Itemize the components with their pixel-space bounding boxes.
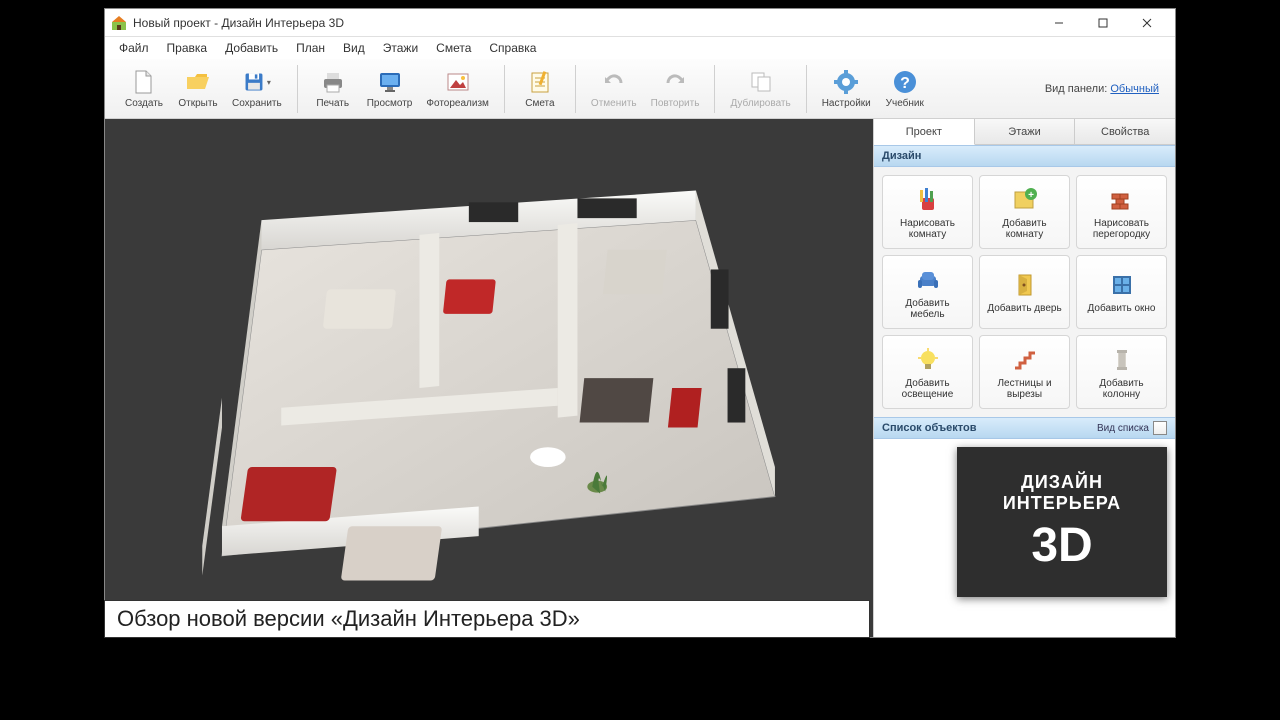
maximize-button[interactable] [1081, 9, 1125, 37]
tab-project[interactable]: Проект [874, 119, 975, 145]
floorplan-render [143, 145, 834, 611]
room-plus-icon: + [1010, 185, 1040, 215]
column-icon [1107, 345, 1137, 375]
lightbulb-icon [913, 345, 943, 375]
menu-view[interactable]: Вид [335, 39, 373, 57]
add-door-button[interactable]: Добавить дверь [979, 255, 1070, 329]
tab-properties[interactable]: Свойства [1075, 119, 1175, 144]
add-window-button[interactable]: Добавить окно [1076, 255, 1167, 329]
toolbar-separator [297, 65, 298, 113]
paintbrush-cup-icon [913, 185, 943, 215]
window-icon [1107, 270, 1137, 300]
menu-estimate[interactable]: Смета [428, 39, 479, 57]
objects-view-toggle[interactable]: Вид списка [1097, 421, 1167, 435]
add-lighting-button[interactable]: Добавить освещение [882, 335, 973, 409]
side-tabs: Проект Этажи Свойства [874, 119, 1175, 145]
toolbar-separator [575, 65, 576, 113]
monitor-icon [376, 68, 404, 96]
menu-add[interactable]: Добавить [217, 39, 286, 57]
undo-button[interactable]: Отменить [584, 65, 644, 112]
titlebar: Новый проект - Дизайн Интерьера 3D [105, 9, 1175, 37]
objects-list[interactable]: ДИЗАЙН ИНТЕРЬЕРА 3D [874, 439, 1175, 637]
undo-icon [600, 68, 628, 96]
menu-help[interactable]: Справка [481, 39, 544, 57]
chevron-down-icon: ▾ [267, 78, 271, 87]
draw-room-button[interactable]: Нарисовать комнату [882, 175, 973, 249]
panel-view-link[interactable]: Обычный [1110, 83, 1159, 95]
notepad-icon [526, 68, 554, 96]
gear-icon [832, 68, 860, 96]
add-room-button[interactable]: + Добавить комнату [979, 175, 1070, 249]
tutorial-button[interactable]: ? Учебник [878, 65, 932, 112]
brick-wall-icon [1107, 185, 1137, 215]
stairs-icon [1010, 345, 1040, 375]
svg-text:+: + [1028, 190, 1034, 201]
menu-plan[interactable]: План [288, 39, 333, 57]
panel-view-selector: Вид панели: Обычный [1045, 83, 1167, 95]
duplicate-button[interactable]: Дублировать [723, 65, 797, 112]
minimize-button[interactable] [1037, 9, 1081, 37]
viewport-content [105, 119, 873, 637]
design-section-header: Дизайн [874, 145, 1175, 167]
print-button[interactable]: Печать [306, 65, 360, 112]
armchair-icon [913, 265, 943, 295]
toolbar-separator [806, 65, 807, 113]
add-column-button[interactable]: Добавить колонну [1076, 335, 1167, 409]
promo-overlay: ДИЗАЙН ИНТЕРЬЕРА 3D [957, 447, 1167, 597]
printer-icon [319, 68, 347, 96]
window-controls [1037, 9, 1169, 37]
open-button[interactable]: Открыть [171, 65, 225, 112]
redo-icon [661, 68, 689, 96]
folder-open-icon [184, 68, 212, 96]
design-tools-grid: Нарисовать комнату + Добавить комнату На… [874, 167, 1175, 417]
redo-button[interactable]: Повторить [644, 65, 707, 112]
settings-button[interactable]: Настройки [815, 65, 878, 112]
save-button[interactable]: ▾ Сохранить [225, 65, 289, 112]
duplicate-icon [747, 68, 775, 96]
picture-icon [444, 68, 472, 96]
app-window: Новый проект - Дизайн Интерьера 3D Файл … [104, 8, 1176, 638]
video-caption: Обзор новой версии «Дизайн Интерьера 3D» [104, 600, 870, 638]
photoreal-button[interactable]: Фотореализм [419, 65, 496, 112]
view-button[interactable]: Просмотр [360, 65, 420, 112]
menu-edit[interactable]: Правка [159, 39, 216, 57]
toolbar-separator [714, 65, 715, 113]
toolbar-separator [504, 65, 505, 113]
add-furniture-button[interactable]: Добавить мебель [882, 255, 973, 329]
close-button[interactable] [1125, 9, 1169, 37]
menu-floors[interactable]: Этажи [375, 39, 426, 57]
new-file-icon [130, 68, 158, 96]
estimate-button[interactable]: Смета [513, 65, 567, 112]
list-view-icon [1153, 421, 1167, 435]
create-button[interactable]: Создать [117, 65, 171, 112]
tab-floors[interactable]: Этажи [975, 119, 1076, 144]
svg-text:?: ? [900, 75, 910, 92]
menu-file[interactable]: Файл [111, 39, 157, 57]
save-icon: ▾ [243, 68, 271, 96]
draw-partition-button[interactable]: Нарисовать перегородку [1076, 175, 1167, 249]
objects-section-header: Список объектов Вид списка [874, 417, 1175, 439]
main-area: Проект Этажи Свойства Дизайн Нарисовать … [105, 119, 1175, 637]
stairs-cutouts-button[interactable]: Лестницы и вырезы [979, 335, 1070, 409]
app-icon [111, 15, 127, 31]
door-icon [1010, 270, 1040, 300]
window-title: Новый проект - Дизайн Интерьера 3D [133, 16, 1037, 30]
help-icon: ? [891, 68, 919, 96]
menubar: Файл Правка Добавить План Вид Этажи Смет… [105, 37, 1175, 59]
toolbar: Создать Открыть ▾ Сохранить Печать Просм… [105, 59, 1175, 119]
viewport-3d[interactable] [105, 119, 873, 637]
side-panel: Проект Этажи Свойства Дизайн Нарисовать … [873, 119, 1175, 637]
